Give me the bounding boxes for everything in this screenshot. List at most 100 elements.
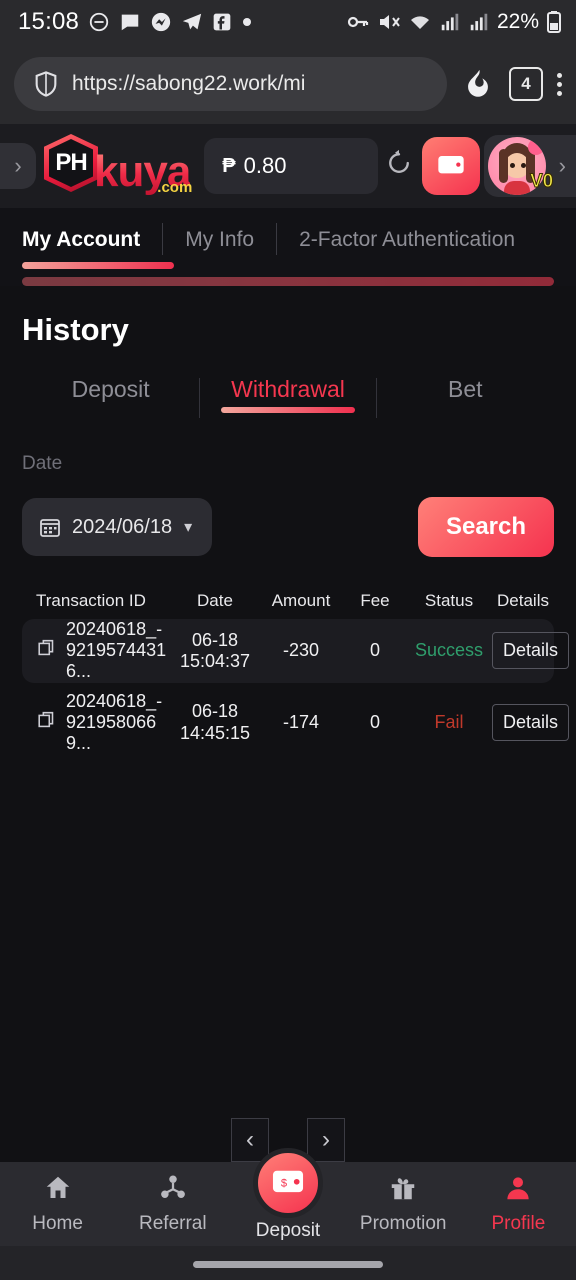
refresh-icon[interactable] — [384, 148, 414, 185]
tab-my-info[interactable]: My Info — [185, 222, 276, 262]
home-icon — [43, 1173, 73, 1209]
filter-row: 2024/06/18 ▾ Search — [22, 497, 554, 557]
history-type-tabs: Deposit Withdrawal Bet — [22, 376, 554, 419]
chevron-right-icon[interactable]: › — [559, 153, 576, 179]
column-date: Date — [197, 591, 233, 610]
balance-amount: 0.80 — [243, 153, 287, 178]
bottom-nav-label: Home — [32, 1213, 83, 1234]
tab-my-account[interactable]: My Account — [22, 222, 162, 262]
chevron-right-icon: › — [322, 1126, 330, 1153]
transaction-fee: 0 — [369, 712, 380, 733]
subtab-bet[interactable]: Bet — [377, 376, 554, 419]
transaction-id-text: 20240618_-92195744316... — [66, 619, 167, 682]
messenger-icon — [150, 11, 172, 33]
wallet-button[interactable] — [422, 137, 480, 195]
column-fee: Fee — [360, 591, 390, 610]
pagination-prev-button[interactable]: ‹ — [231, 1118, 269, 1162]
account-tabs: My Account My Info 2-Factor Authenticati… — [0, 208, 576, 286]
wallet-icon: $ — [269, 1162, 307, 1205]
gesture-bar[interactable] — [193, 1261, 383, 1268]
status-bar-right: 22% — [346, 10, 562, 34]
balance-display[interactable]: ₱ 0.80 — [204, 138, 378, 194]
logo-mark-text: PH — [55, 149, 87, 176]
vpn-key-icon — [346, 10, 370, 34]
transaction-fee: 0 — [369, 640, 380, 661]
subtab-withdrawal[interactable]: Withdrawal — [199, 376, 376, 419]
date-value: 2024/06/18 — [72, 515, 173, 538]
transaction-id-cell: 20240618_-9219580669... — [22, 691, 172, 755]
status-bar: 15:08 22% — [0, 0, 576, 44]
sidebar-toggle-button[interactable]: › — [0, 143, 36, 189]
bottom-nav-label: Referral — [139, 1213, 207, 1234]
details-button[interactable]: Details — [492, 704, 570, 742]
status-bar-left: 15:08 — [18, 8, 253, 36]
status-badge: Fail — [406, 712, 492, 733]
table-row[interactable]: 20240618_-92195744316... 06-18 15:04:37 … — [22, 619, 570, 683]
table-header-row: Transaction ID Date Amount Fee Status De… — [22, 591, 554, 611]
mute-icon — [377, 10, 401, 34]
bottom-nav-label: Promotion — [359, 1213, 447, 1234]
overflow-menu-icon[interactable] — [557, 72, 562, 96]
site-logo[interactable]: PH kuya .com — [44, 134, 192, 196]
logo-tld-text: .com — [157, 179, 193, 196]
status-bar-clock: 15:08 — [18, 8, 80, 35]
address-bar[interactable]: https://sabong22.work/mi — [14, 57, 447, 111]
history-panel: History Deposit Withdrawal Bet Date 2024… — [0, 312, 576, 754]
logo-hex-mark: PH — [44, 134, 98, 192]
tab-count-button[interactable]: 4 — [509, 67, 543, 101]
table-row[interactable]: 20240618_-9219580669... 06-18 14:45:15 -… — [22, 691, 570, 755]
battery-percent: 22% — [496, 10, 539, 33]
subtab-deposit[interactable]: Deposit — [22, 376, 199, 419]
calendar-icon — [38, 515, 62, 539]
bottom-nav-home[interactable]: Home — [0, 1173, 115, 1235]
signal-one-icon — [439, 11, 461, 33]
profile-avatar-button[interactable]: V0 › — [484, 135, 576, 197]
details-cell: Details — [492, 704, 570, 742]
transaction-id-text: 20240618_-9219580669... — [66, 690, 163, 754]
status-text: Success — [414, 640, 484, 661]
date-field-label: Date — [22, 453, 63, 474]
transaction-amount: -230 — [282, 640, 320, 661]
deposit-button[interactable]: $ — [253, 1148, 323, 1218]
date-picker[interactable]: 2024/06/18 ▾ — [22, 498, 212, 556]
person-icon — [503, 1173, 533, 1209]
search-button[interactable]: Search — [418, 497, 554, 557]
column-status: Status — [424, 591, 474, 610]
status-badge: Success — [406, 640, 492, 661]
messages-icon — [119, 11, 141, 33]
tab-divider — [162, 223, 164, 255]
section-divider-bar — [22, 277, 554, 286]
signal-two-icon — [468, 11, 490, 33]
bottom-nav-label: Profile — [491, 1213, 546, 1234]
copy-icon[interactable] — [36, 709, 58, 736]
svg-text:$: $ — [281, 1177, 287, 1189]
bottom-nav-referral[interactable]: Referral — [115, 1173, 230, 1235]
mobile-screen: 15:08 22% https://sabong22.work/mi 4 › P… — [0, 0, 576, 1280]
details-button[interactable]: Details — [492, 632, 570, 670]
bottom-nav-promotion[interactable]: Promotion — [346, 1173, 461, 1235]
battery-icon — [546, 10, 562, 34]
copy-icon[interactable] — [36, 637, 58, 664]
pagination-next-button[interactable]: › — [307, 1118, 345, 1162]
flame-icon[interactable] — [461, 67, 495, 101]
tab-2fa[interactable]: 2-Factor Authentication — [299, 222, 537, 262]
gift-icon — [388, 1173, 418, 1209]
chevron-right-icon: › — [14, 153, 22, 178]
bottom-nav-profile[interactable]: Profile — [461, 1173, 576, 1235]
chevron-down-icon: ▾ — [184, 519, 193, 536]
browser-toolbar: https://sabong22.work/mi 4 — [0, 44, 576, 124]
tab-divider — [276, 223, 278, 255]
column-amount: Amount — [271, 591, 331, 610]
transaction-date: 06-18 14:45:15 — [179, 701, 251, 743]
dot-icon — [241, 16, 253, 28]
transaction-id-cell: 20240618_-92195744316... — [22, 619, 172, 683]
wifi-icon — [408, 10, 432, 34]
page-title: History — [22, 312, 129, 347]
url-text: https://sabong22.work/mi — [72, 72, 306, 95]
transactions-table: Transaction ID Date Amount Fee Status De… — [22, 591, 570, 755]
active-tab-indicator — [22, 262, 174, 269]
do-not-disturb-icon — [88, 11, 110, 33]
details-cell: Details — [492, 632, 570, 670]
status-text: Fail — [434, 712, 464, 733]
peso-icon: ₱ — [222, 154, 236, 177]
